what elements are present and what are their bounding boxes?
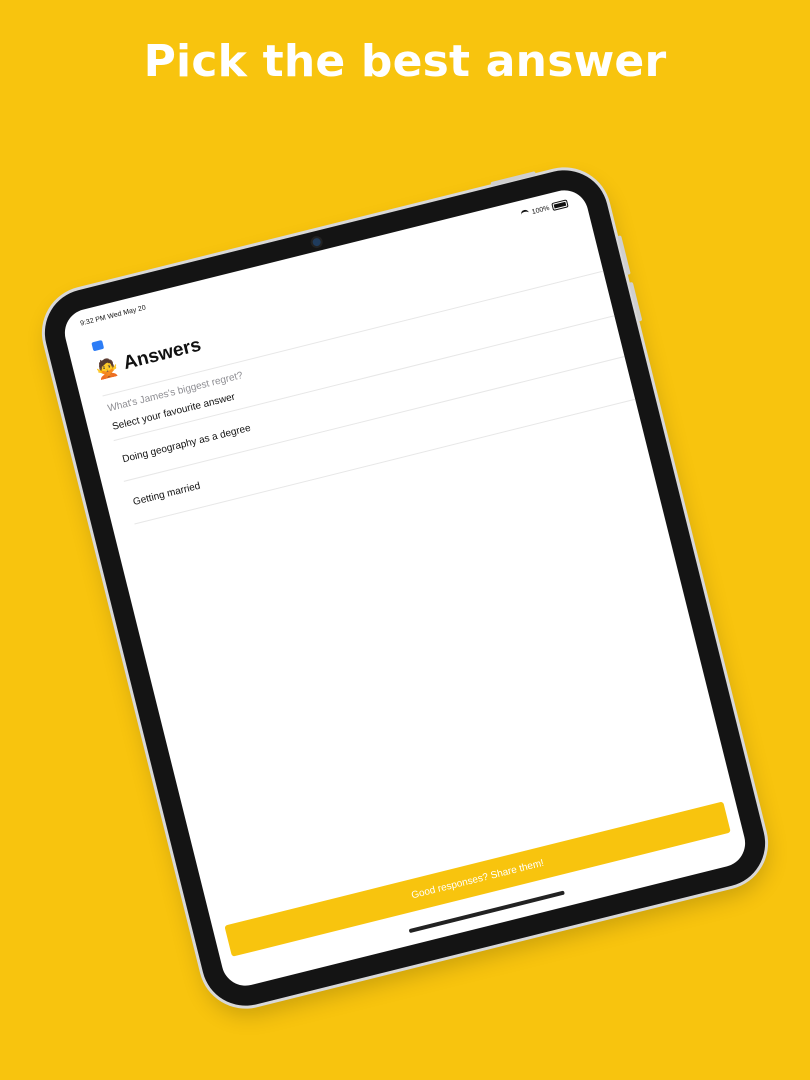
answer-divider <box>134 398 636 525</box>
answer-row-2[interactable]: Getting married <box>132 481 202 508</box>
status-indicators: 100% <box>520 199 569 219</box>
share-button[interactable]: Good responses? Share them! <box>224 801 731 957</box>
answer-row-1[interactable]: Doing geography as a degree <box>121 423 252 466</box>
title-emoji-icon: 🙅 <box>93 355 121 382</box>
battery-percent: 100% <box>531 204 551 216</box>
status-date: Wed May 20 <box>106 304 147 321</box>
battery-icon <box>551 199 569 211</box>
header-divider <box>102 270 604 397</box>
status-bar: 9:32 PM Wed May 20 100% <box>80 199 570 334</box>
wifi-icon <box>520 208 530 219</box>
front-camera <box>311 237 322 247</box>
page-title: Answers <box>121 334 204 375</box>
ipad-device-frame: 9:32 PM Wed May 20 100% 🙅 Answers What's… <box>35 161 775 1015</box>
volume-down-button <box>628 281 643 322</box>
status-time-date: 9:32 PM Wed May 20 <box>80 305 147 328</box>
headline: Pick the best answer <box>143 36 667 87</box>
app-screen: 9:32 PM Wed May 20 100% 🙅 Answers What's… <box>59 185 751 991</box>
back-to-app-icon[interactable] <box>91 339 105 352</box>
volume-up-button <box>617 235 631 276</box>
status-time: 9:32 PM <box>79 314 107 328</box>
top-button <box>490 171 536 187</box>
